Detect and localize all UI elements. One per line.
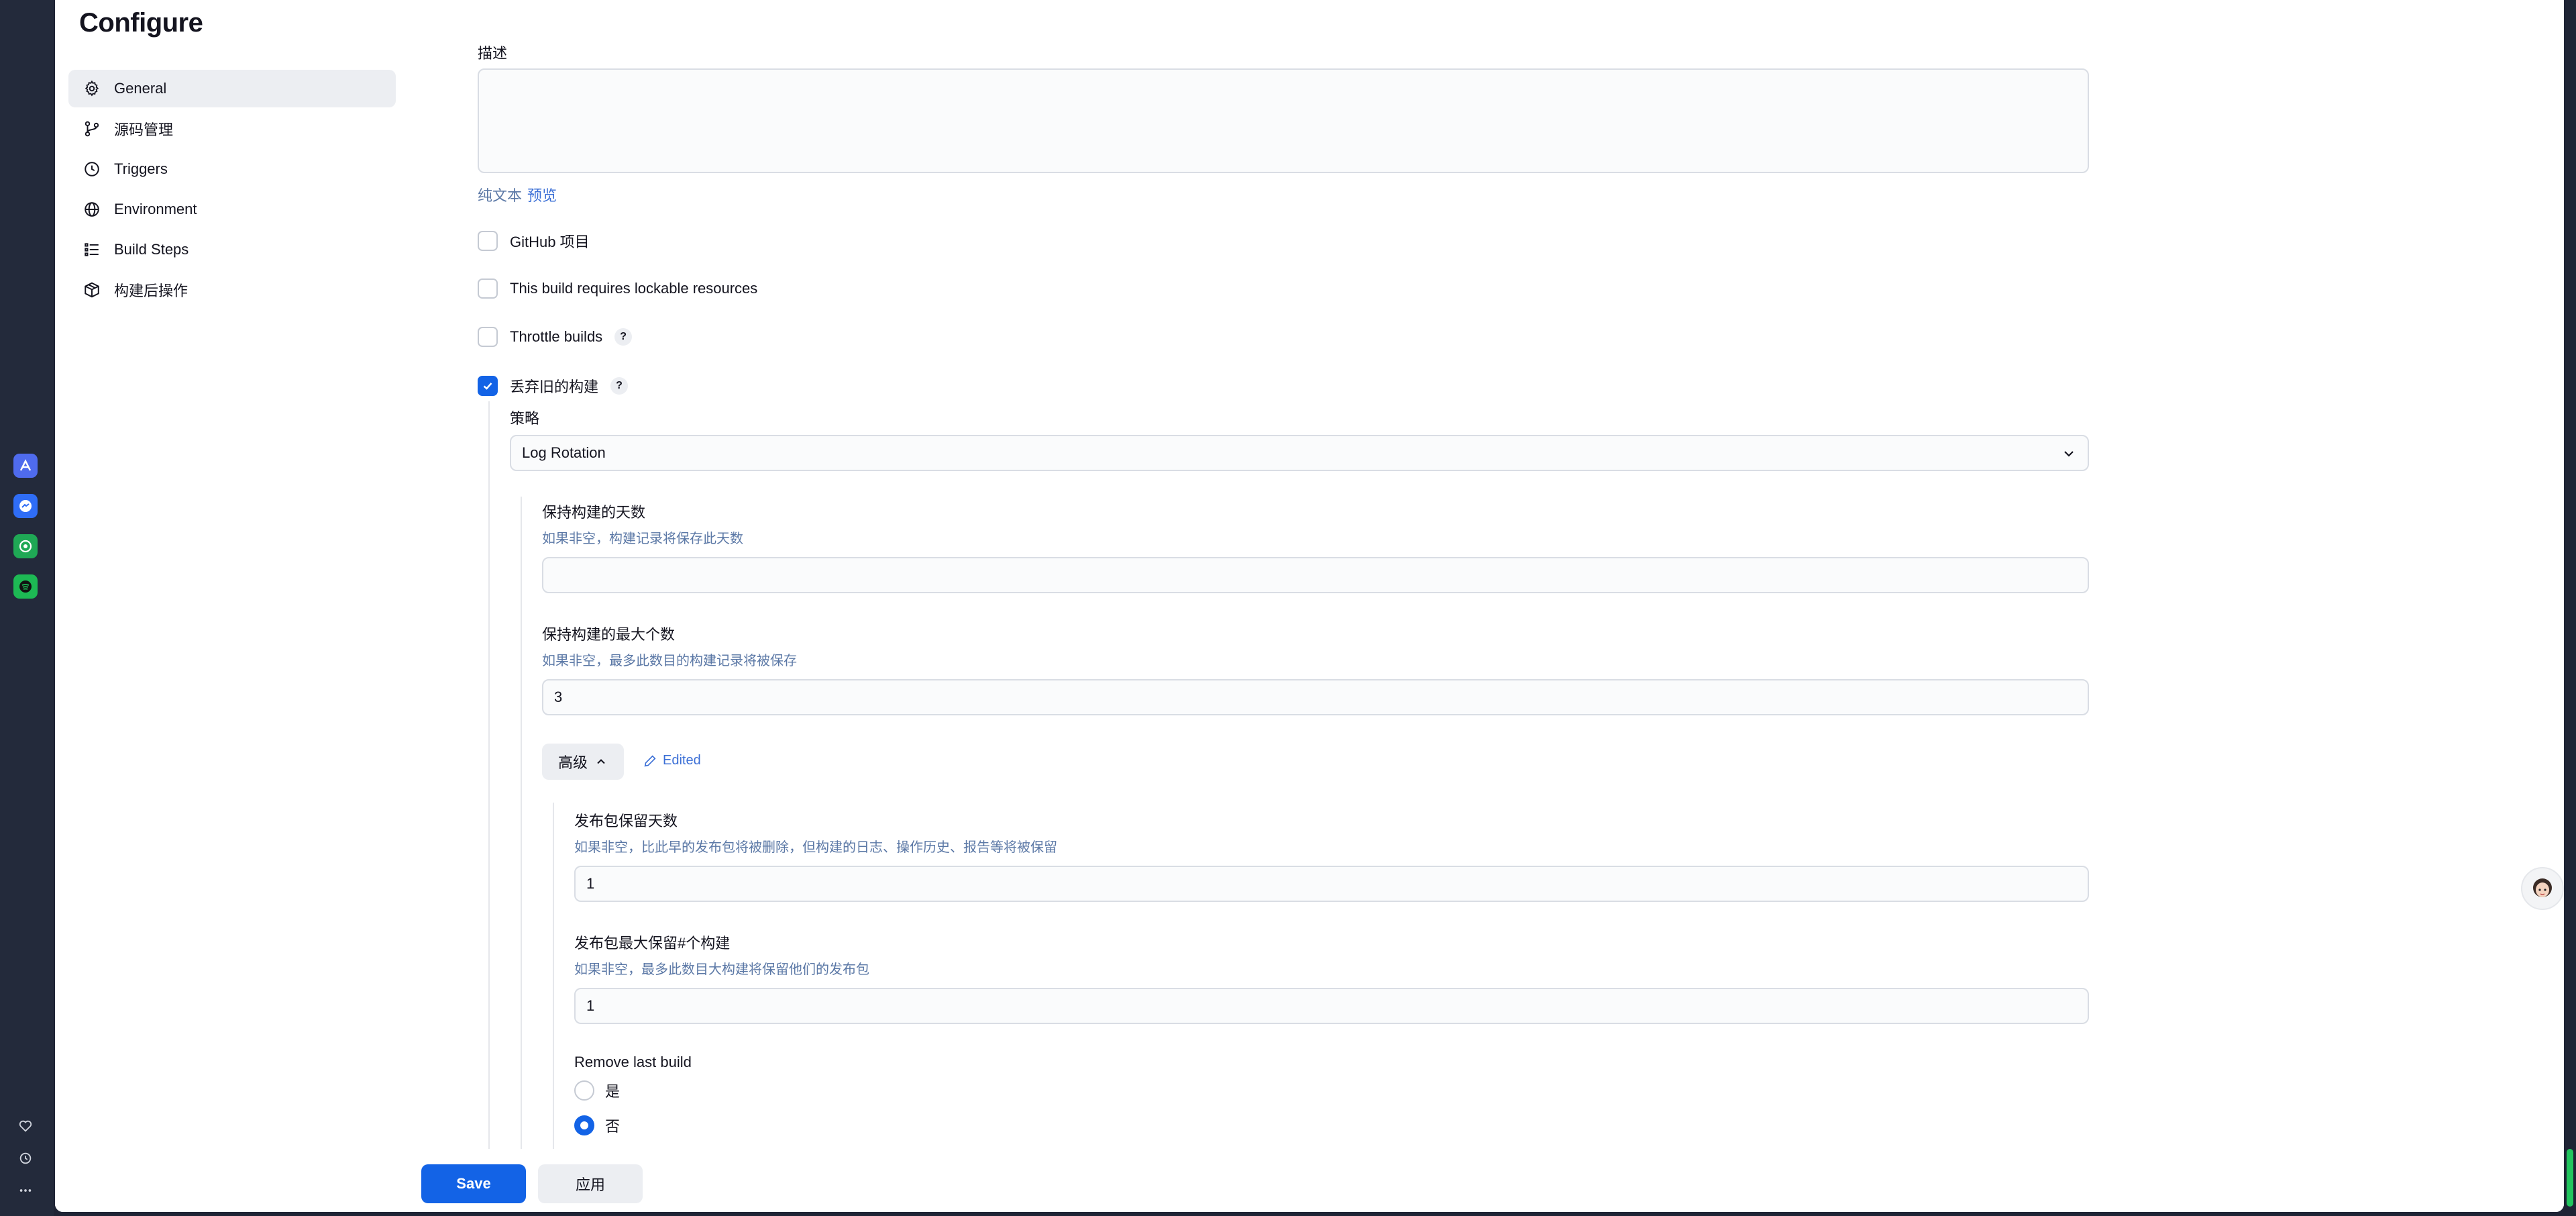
days-to-keep-label: 保持构建的天数 [542,504,646,521]
discard-old-builds-checkbox[interactable] [478,376,498,396]
lockable-resources-label: This build requires lockable resources [510,280,758,297]
github-project-option[interactable]: GitHub 项目 [478,230,590,252]
remove-last-build-yes[interactable]: 是 [574,1080,620,1101]
throttle-builds-option[interactable]: Throttle builds ? [478,327,633,347]
save-button[interactable]: Save [421,1164,526,1203]
launcher-app-icon[interactable] [13,454,38,478]
advanced-button-label: 高级 [558,754,588,771]
lockable-resources-option[interactable]: This build requires lockable resources [478,278,757,299]
sidebar-item-build-steps[interactable]: Build Steps [68,231,396,268]
package-icon [82,280,102,300]
gear-icon [82,79,102,99]
days-to-keep-hint: 如果非空，构建记录将保存此天数 [542,531,743,546]
throttle-builds-label: Throttle builds [510,328,603,345]
history-icon[interactable] [16,1149,35,1168]
artifact-days-hint: 如果非空，比此早的发布包将被删除，但构建的日志、操作历史、报告等将被保留 [574,840,1057,855]
apply-button[interactable]: 应用 [538,1164,643,1203]
checkmark-icon [483,383,492,390]
app-dock [0,0,54,1216]
artifact-max-input[interactable] [574,988,2089,1024]
strategy-indent-line [521,497,522,1149]
scroll-thumb[interactable] [2567,1149,2573,1207]
sidebar-item-label: General [114,80,167,97]
window-scrollbar[interactable] [2564,0,2576,1216]
sidebar-item-label: Build Steps [114,241,189,258]
sidebar-item-post-build[interactable]: 构建后操作 [68,271,396,309]
discard-old-builds-help-icon[interactable]: ? [610,377,629,395]
description-textarea[interactable] [478,68,2089,173]
github-project-label: GitHub 项目 [510,234,590,250]
page-title: Configure [79,8,203,38]
sidebar-item-label: Environment [114,201,197,217]
edited-label: Edited [663,753,701,768]
advanced-toggle-button[interactable]: 高级 [542,744,625,780]
remove-last-build-no[interactable]: 否 [574,1115,620,1136]
preview-link[interactable]: 预览 [527,184,557,205]
chevron-up-icon [597,759,605,764]
throttle-builds-help-icon[interactable]: ? [614,328,633,346]
sidebar-item-triggers[interactable]: Triggers [68,150,396,188]
branch-icon [82,119,102,139]
artifact-days-label: 发布包保留天数 [574,813,678,829]
clock-icon [82,159,102,179]
assistant-avatar[interactable] [2521,867,2564,910]
radio-no[interactable] [574,1115,594,1135]
artifact-days-input[interactable] [574,866,2089,902]
sidebar-item-label: 源码管理 [114,121,174,138]
radio-no-label: 否 [605,1118,621,1135]
github-project-checkbox[interactable] [478,231,498,251]
plain-text-link[interactable]: 纯文本 [478,184,522,205]
avatar-icon [2533,878,2552,897]
lockable-resources-checkbox[interactable] [478,278,498,299]
days-to-keep-input[interactable] [542,557,2089,593]
section-indent-line [488,401,490,1149]
edited-indicator: Edited [643,753,701,768]
sidebar-item-label: Triggers [114,160,168,177]
config-sidebar: General 源码管理 Triggers Environment Build … [68,70,396,311]
discard-old-builds-label: 丢弃旧的构建 [510,378,599,395]
remove-last-build-label: Remove last build [574,1054,692,1070]
discard-old-builds-option[interactable]: 丢弃旧的构建 ? [478,375,629,397]
whatsapp-app-icon[interactable] [13,534,38,558]
globe-icon [82,199,102,219]
max-builds-input[interactable] [542,679,2089,715]
max-builds-label: 保持构建的最大个数 [542,626,676,643]
advanced-indent-line [553,803,554,1149]
strategy-selected-value: Log Rotation [522,444,606,461]
sidebar-item-scm[interactable]: 源码管理 [68,110,396,148]
strategy-select[interactable]: Log Rotation [510,435,2089,471]
sidebar-item-general[interactable]: General [68,70,396,107]
sidebar-item-environment[interactable]: Environment [68,191,396,228]
messenger-app-icon[interactable] [13,494,38,518]
radio-yes-label: 是 [605,1083,621,1100]
description-label: 描述 [478,45,508,62]
max-builds-hint: 如果非空，最多此数目的构建记录将被保存 [542,654,797,668]
heart-icon[interactable] [16,1117,35,1135]
throttle-builds-checkbox[interactable] [478,327,498,347]
pencil-icon [644,754,656,766]
spotify-app-icon[interactable] [13,574,38,599]
strategy-label: 策略 [510,410,540,427]
artifact-max-hint: 如果非空，最多此数目大构建将保留他们的发布包 [574,962,869,977]
chevron-down-icon [2061,446,2077,466]
sidebar-item-label: 构建后操作 [114,283,189,299]
configure-window: Configure General 源码管理 Triggers Environm… [55,0,2564,1212]
radio-yes[interactable] [574,1080,594,1101]
artifact-max-label: 发布包最大保留#个构建 [574,935,731,952]
more-icon[interactable] [16,1181,35,1200]
list-icon [82,240,102,260]
